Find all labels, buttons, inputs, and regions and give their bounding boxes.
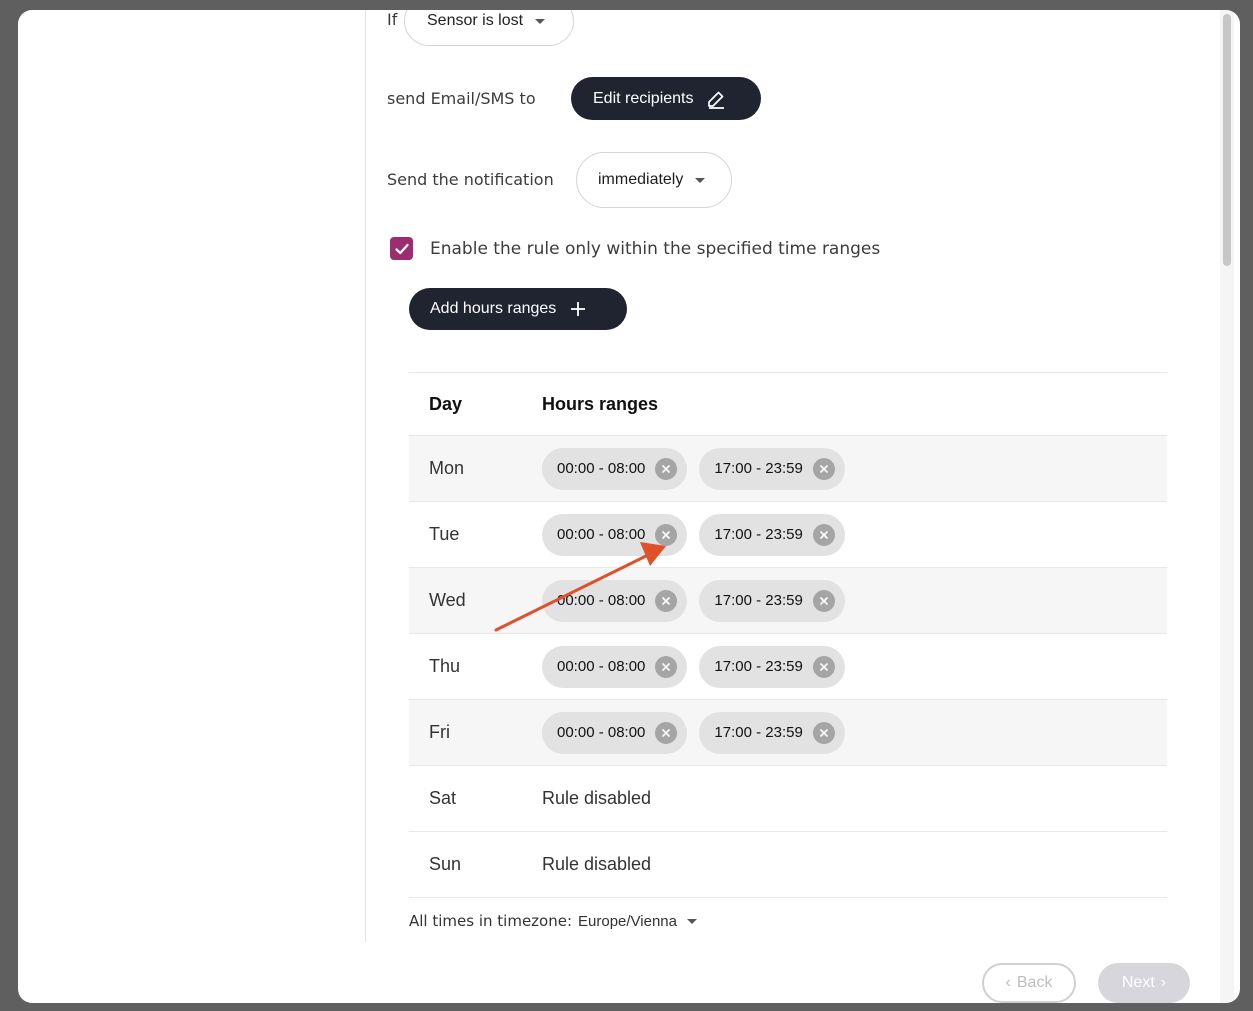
add-hours-ranges-label: Add hours ranges: [430, 300, 557, 317]
pencil-icon: [706, 89, 726, 109]
table-row: Thu 00:00 - 08:00 17:00 - 23:59: [409, 634, 1167, 700]
chevron-down-icon: [695, 177, 706, 183]
ranges-cell: 00:00 - 08:00 17:00 - 23:59: [542, 711, 845, 754]
range-chip[interactable]: 17:00 - 23:59: [699, 513, 845, 556]
edit-recipients-label: Edit recipients: [593, 89, 694, 107]
table-row: Sat Rule disabled: [409, 766, 1167, 832]
add-hours-ranges-button[interactable]: Add hours ranges: [409, 288, 627, 330]
condition-select[interactable]: Sensor is lost: [404, 10, 574, 46]
vertical-divider: [365, 10, 366, 942]
header-day: Day: [429, 393, 463, 414]
day-label: Tue: [429, 524, 460, 544]
back-button-label: Back: [1016, 974, 1053, 991]
time-range-checkbox[interactable]: [390, 237, 413, 260]
scrollbar-thumb[interactable]: [1223, 14, 1231, 266]
range-chip-label: 00:00 - 08:00: [557, 460, 646, 477]
hours-ranges-table: Day Hours ranges Mon 00:00 - 08:00 17:00…: [409, 372, 1167, 898]
remove-range-icon[interactable]: [812, 457, 835, 480]
timezone-selector[interactable]: All times in timezone: Europe/Vienna: [409, 912, 697, 930]
table-row: Mon 00:00 - 08:00 17:00 - 23:59: [409, 436, 1167, 502]
range-chip[interactable]: 17:00 - 23:59: [699, 645, 845, 688]
timing-label: Send the notification: [387, 170, 554, 189]
ranges-cell: 00:00 - 08:00 17:00 - 23:59: [542, 513, 845, 556]
range-chip-label: 17:00 - 23:59: [714, 724, 803, 741]
range-chip-label: 00:00 - 08:00: [557, 724, 646, 741]
table-row: Tue 00:00 - 08:00 17:00 - 23:59: [409, 502, 1167, 568]
range-chip[interactable]: 00:00 - 08:00: [542, 579, 688, 622]
plus-icon: [570, 301, 586, 317]
check-icon: [394, 243, 409, 254]
timing-select[interactable]: immediately: [576, 152, 732, 208]
chevron-down-icon: [687, 918, 697, 924]
timezone-prefix: All times in timezone:: [409, 912, 573, 930]
chevron-left-icon: ‹: [1005, 974, 1011, 991]
remove-range-icon[interactable]: [655, 457, 678, 480]
range-chip-label: 00:00 - 08:00: [557, 526, 646, 543]
range-chip-label: 17:00 - 23:59: [714, 658, 803, 675]
range-chip-label: 17:00 - 23:59: [714, 526, 803, 543]
remove-range-icon[interactable]: [812, 523, 835, 546]
ranges-cell: 00:00 - 08:00 17:00 - 23:59: [542, 645, 845, 688]
range-chip[interactable]: 00:00 - 08:00: [542, 711, 688, 754]
remove-range-icon[interactable]: [812, 721, 835, 744]
edit-recipients-button[interactable]: Edit recipients: [571, 77, 761, 120]
condition-prefix-label: If: [387, 10, 398, 29]
ranges-cell: 00:00 - 08:00 17:00 - 23:59: [542, 579, 845, 622]
remove-range-icon[interactable]: [655, 589, 678, 612]
remove-range-icon[interactable]: [655, 721, 678, 744]
scrollbar[interactable]: [1220, 10, 1234, 1003]
next-button-label: Next: [1121, 974, 1155, 991]
range-chip-label: 00:00 - 08:00: [557, 592, 646, 609]
day-label: Fri: [429, 722, 450, 742]
remove-range-icon[interactable]: [655, 523, 678, 546]
remove-range-icon[interactable]: [812, 589, 835, 612]
header-hours-ranges: Hours ranges: [542, 393, 659, 414]
table-row: Sun Rule disabled: [409, 832, 1167, 898]
table-header: Day Hours ranges: [409, 372, 1167, 436]
range-chip-label: 17:00 - 23:59: [714, 592, 803, 609]
rule-disabled-text: Rule disabled: [542, 788, 652, 808]
range-chip[interactable]: 17:00 - 23:59: [699, 711, 845, 754]
rule-dialog: If Sensor is lost send Email/SMS to Edit…: [18, 10, 1240, 1003]
next-button[interactable]: Next ›: [1098, 963, 1190, 1003]
timing-select-value: immediately: [598, 171, 684, 188]
chevron-right-icon: ›: [1160, 974, 1167, 991]
table-row: Fri 00:00 - 08:00 17:00 - 23:59: [409, 700, 1167, 766]
condition-select-value: Sensor is lost: [427, 12, 524, 29]
table-row: Wed 00:00 - 08:00 17:00 - 23:59: [409, 568, 1167, 634]
range-chip[interactable]: 00:00 - 08:00: [542, 447, 688, 490]
day-label: Wed: [429, 590, 466, 610]
remove-range-icon[interactable]: [655, 655, 678, 678]
day-label: Thu: [429, 656, 461, 676]
recipients-label: send Email/SMS to: [387, 89, 536, 108]
chevron-down-icon: [535, 18, 546, 24]
range-chip[interactable]: 17:00 - 23:59: [699, 579, 845, 622]
timezone-value: Europe/Vienna: [578, 912, 677, 930]
range-chip-label: 00:00 - 08:00: [557, 658, 646, 675]
rule-disabled-text: Rule disabled: [542, 854, 652, 874]
day-label: Sat: [429, 788, 457, 808]
range-chip[interactable]: 00:00 - 08:00: [542, 513, 688, 556]
range-chip-label: 17:00 - 23:59: [714, 460, 803, 477]
day-label: Mon: [429, 458, 465, 478]
day-label: Sun: [429, 854, 462, 874]
range-chip[interactable]: 00:00 - 08:00: [542, 645, 688, 688]
back-button[interactable]: ‹ Back: [982, 963, 1076, 1003]
range-chip[interactable]: 17:00 - 23:59: [699, 447, 845, 490]
remove-range-icon[interactable]: [812, 655, 835, 678]
time-range-checkbox-label[interactable]: Enable the rule only within the specifie…: [430, 239, 880, 259]
ranges-cell: 00:00 - 08:00 17:00 - 23:59: [542, 447, 845, 490]
